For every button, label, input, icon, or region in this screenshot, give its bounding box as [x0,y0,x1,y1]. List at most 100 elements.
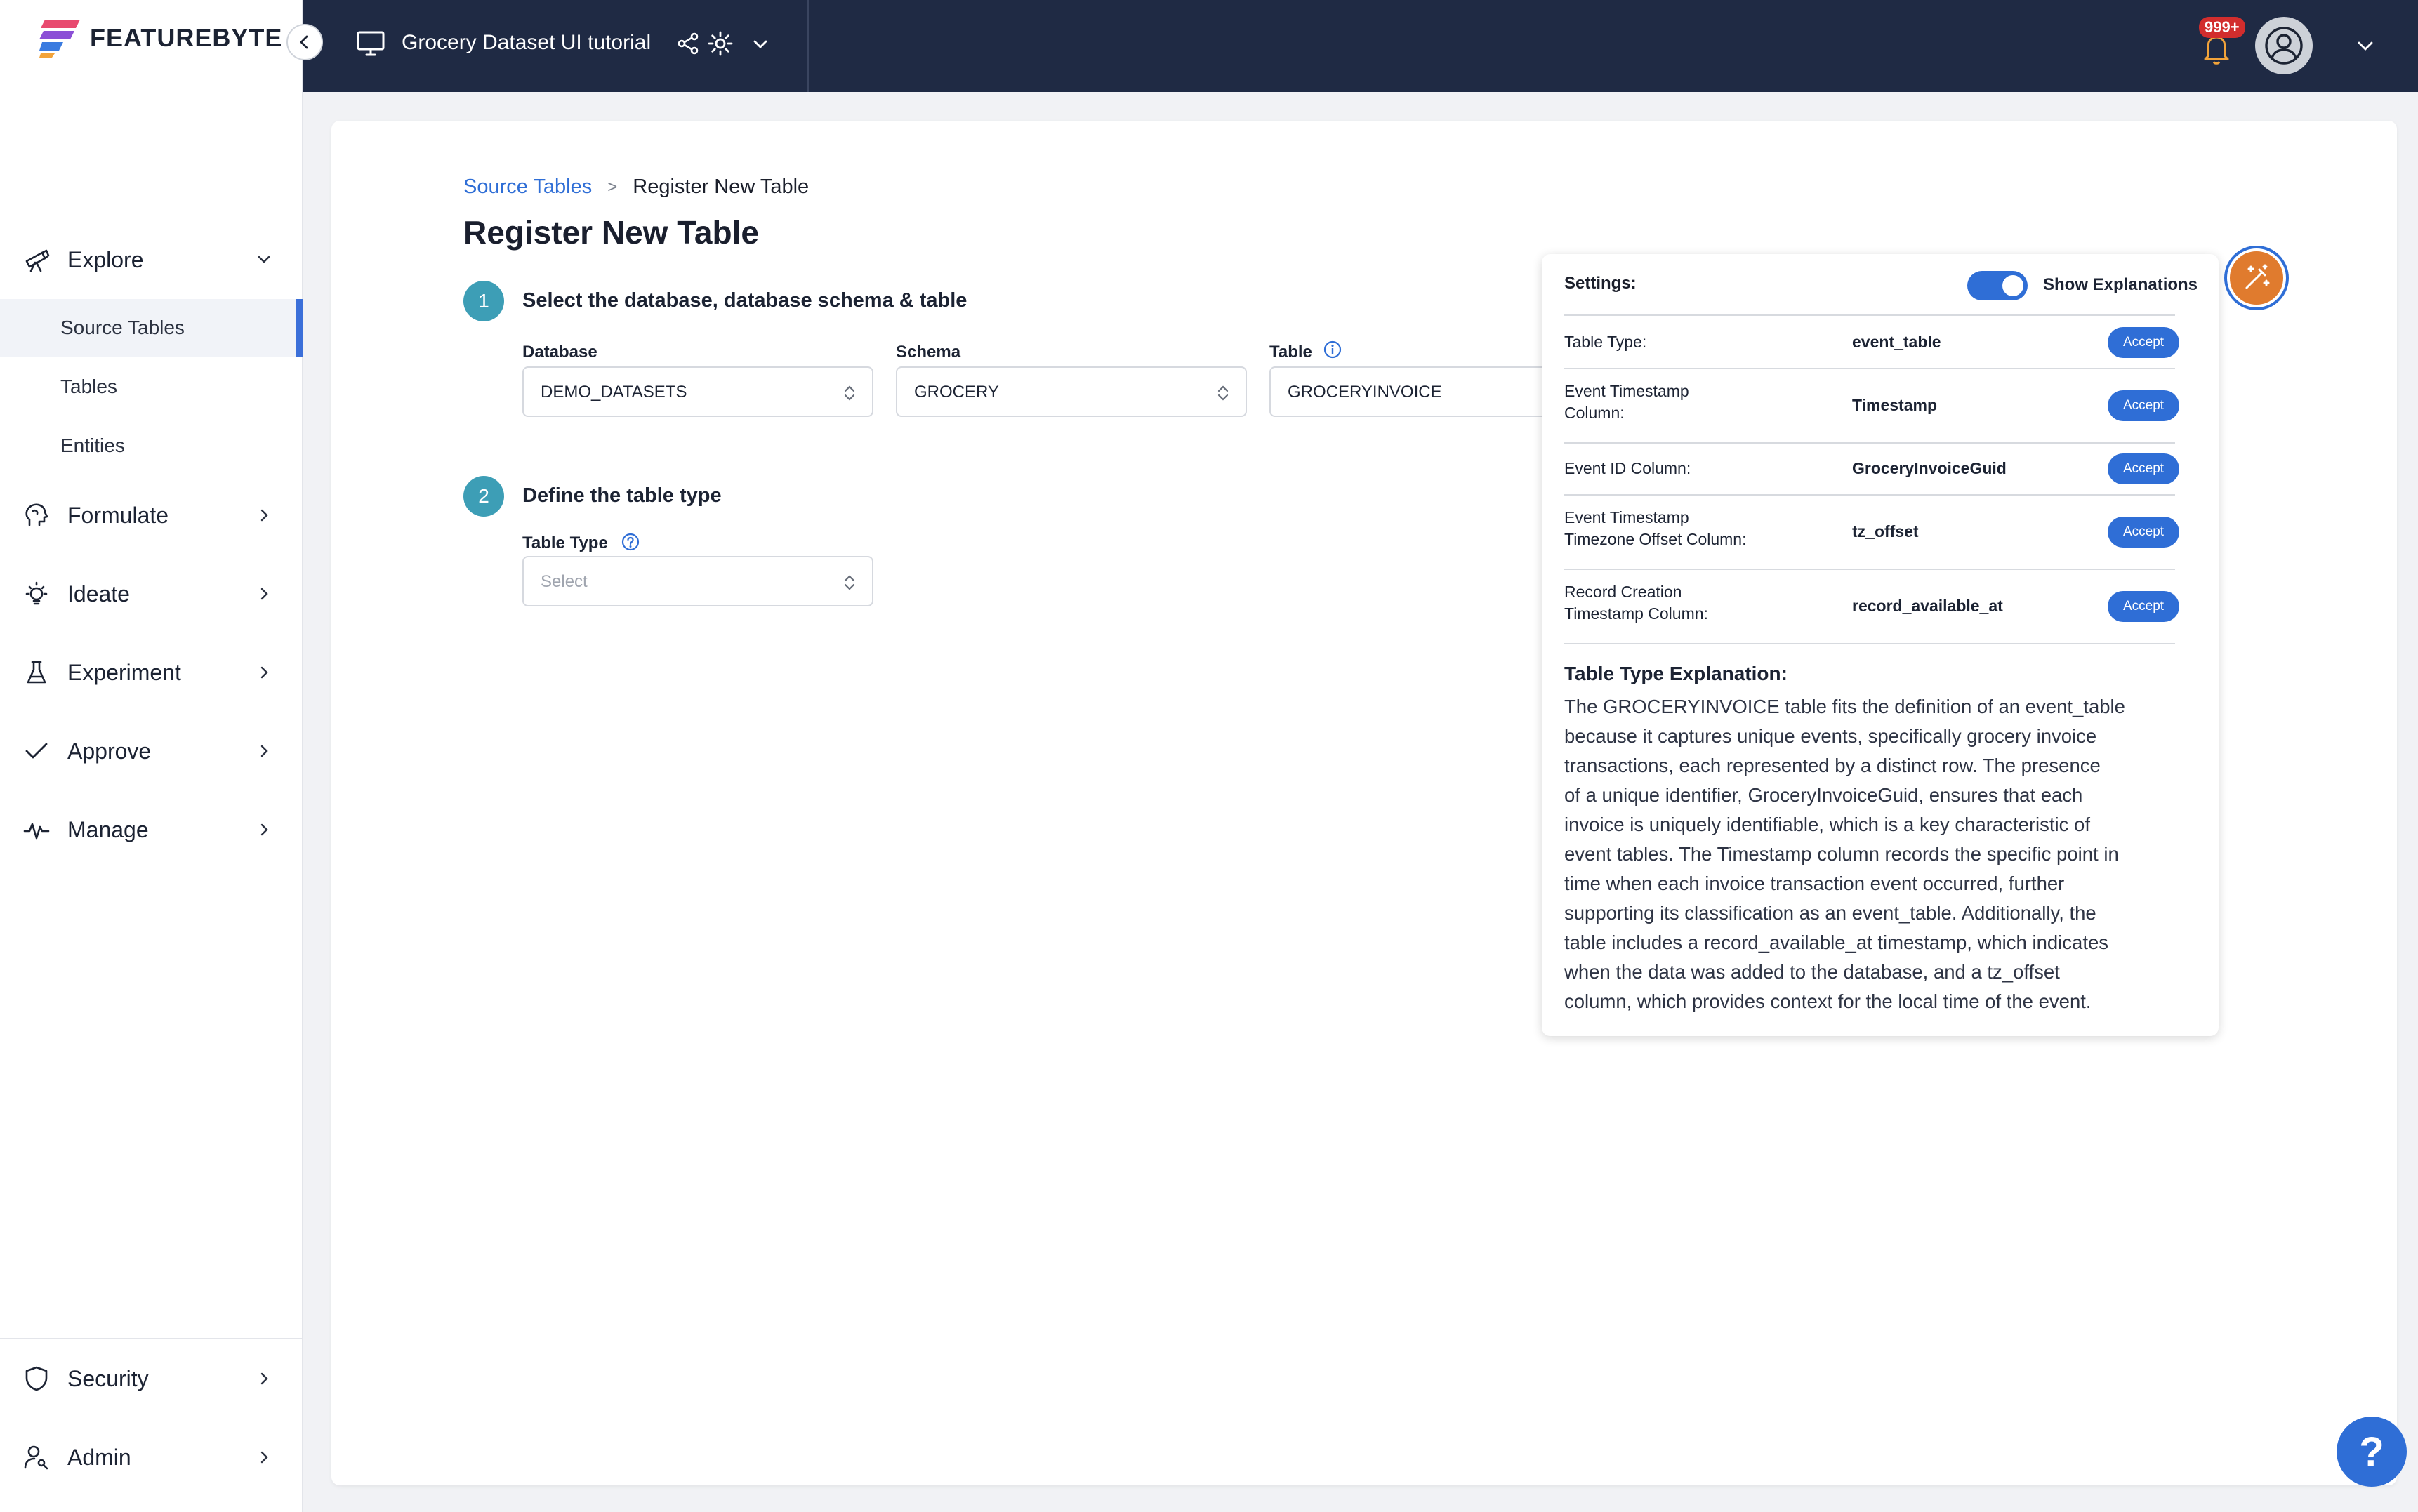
featurebyte-logo[interactable]: FEATUREBYTE [39,18,282,58]
settings-row-value: record_available_at [1852,597,2003,615]
breadcrumb-separator: > [607,177,618,197]
magic-wand-icon [2245,264,2270,289]
nav-ideate[interactable]: Ideate [0,564,303,623]
explanation-line: transactions, each represented by a dist… [1564,755,2101,776]
telescope-icon [25,249,50,272]
check-icon [25,743,48,759]
breadcrumb-source-tables-link[interactable]: Source Tables [463,175,592,199]
settings-label: Settings: [1564,274,1637,293]
help-button[interactable]: ? [2337,1417,2407,1487]
accept-button[interactable]: Accept [2108,591,2179,622]
database-value: DEMO_DATASETS [541,383,687,402]
nav-ideate-label: Ideate [67,581,130,606]
project-selector[interactable]: Grocery Dataset UI tutorial [303,0,809,92]
gear-icon[interactable] [706,29,734,58]
nav-formulate[interactable]: Formulate [0,486,303,545]
ai-assistant-button[interactable] [2227,248,2286,307]
settings-row-value: tz_offset [1852,522,1919,541]
schema-label: Schema [896,343,961,362]
explanation-line: table includes a record_available_at tim… [1564,931,2109,953]
explanation-title: Table Type Explanation: [1564,663,1788,684]
accept-button[interactable]: Accept [2108,453,2179,484]
step-1-title: Select the database, database schema & t… [522,289,967,312]
brain-icon [25,503,48,526]
info-icon[interactable] [1323,340,1342,359]
table-type-select[interactable]: Select [522,556,873,606]
chevron-right-icon [260,1451,268,1464]
accept-button[interactable]: Accept [2108,327,2179,358]
ai-settings-panel: Settings: Show Explanations Table Type: … [1542,254,2219,1036]
settings-row-key: Event ID Column: [1564,459,1691,477]
sidebar-item-label: Source Tables [60,317,185,338]
accept-button[interactable]: Accept [2108,390,2179,421]
chevron-left-icon [300,35,308,49]
chevron-right-icon [260,509,268,522]
lightbulb-icon [25,581,48,605]
nav-admin-label: Admin [67,1444,131,1470]
show-explanations-toggle[interactable] [1967,271,2028,300]
accept-button[interactable]: Accept [2108,517,2179,548]
settings-row-key: Event Timestamp Timezone Offset Column: [1564,508,1747,548]
settings-row-value: GroceryInvoiceGuid [1852,459,2007,477]
brand-name: FEATUREBYTE [90,23,283,52]
explanation-line: invoice is uniquely identifiable, which … [1564,814,2090,835]
help-circle-icon[interactable] [621,532,640,552]
settings-row-key: Event Timestamp Column: [1564,382,1689,422]
nav-experiment-label: Experiment [67,659,181,685]
explanation-line: The GROCERYINVOICE table fits the defini… [1564,696,2125,717]
breadcrumb: Source Tables > Register New Table [463,175,809,199]
table-type-placeholder: Select [541,572,588,591]
chevron-down-icon[interactable] [2353,34,2377,58]
explanation-text: The GROCERYINVOICE table fits the defini… [1564,692,2182,1016]
schema-value: GROCERY [914,383,999,402]
database-select[interactable]: DEMO_DATASETS [522,366,873,417]
schema-select[interactable]: GROCERY [896,366,1247,417]
toggle-knob [2002,275,2023,296]
collapse-sidebar-button[interactable] [286,24,323,60]
updown-chevron-icon [844,385,855,401]
nav-security[interactable]: Security [0,1349,303,1408]
step-2-title: Define the table type [522,484,722,507]
table-type-label: Table Type [522,533,608,552]
table-value: GROCERYINVOICE [1288,383,1442,402]
settings-row-timezone-offset: Event Timestamp Timezone Offset Column: … [1564,494,2179,569]
nav-admin[interactable]: Admin [0,1428,303,1487]
nav-experiment[interactable]: Experiment [0,643,303,702]
notification-badge: 999+ [2199,17,2245,38]
settings-row-value: Timestamp [1852,396,1938,414]
chevron-down-icon[interactable] [750,34,771,55]
nav-approve[interactable]: Approve [0,722,303,781]
explanation-line: because it captures unique events, speci… [1564,725,2097,747]
explanation-line: supporting its classification as an even… [1564,902,2096,924]
shield-icon [25,1366,48,1391]
step-1-badge: 1 [463,281,504,321]
nav-manage-label: Manage [67,816,149,842]
nav-manage[interactable]: Manage [0,800,303,859]
settings-row-table-type: Table Type: event_table Accept [1564,314,2179,368]
updown-chevron-icon [844,575,855,590]
user-avatar[interactable] [2255,17,2313,74]
explanation-line: when the data was added to the database,… [1564,961,2060,983]
nav-explore-label: Explore [67,246,144,272]
project-title: Grocery Dataset UI tutorial [402,31,652,54]
chevron-right-icon [260,666,268,679]
nav-explore[interactable]: Explore [0,230,303,289]
chevron-right-icon [260,823,268,836]
sidebar-item-source-tables[interactable]: Source Tables [0,299,303,357]
sidebar-item-label: Tables [60,376,117,397]
sidebar-item-entities[interactable]: Entities [0,417,303,475]
sidebar-item-label: Entities [60,435,125,456]
page-title: Register New Table [463,214,759,251]
share-icon[interactable] [675,31,701,56]
sidebar-item-tables[interactable]: Tables [0,358,303,416]
top-bar: Grocery Dataset UI tutorial 999+ [303,0,2418,92]
settings-row-record-creation: Record Creation Timestamp Column: record… [1564,569,2179,643]
user-key-icon [24,1445,48,1470]
explanation-line: time when each invoice transaction event… [1564,873,2065,894]
table-label: Table [1269,343,1312,362]
explanation-line: column, which provides context for the l… [1564,990,2092,1012]
explanation-line: of a unique identifier, GroceryInvoiceGu… [1564,784,2083,806]
settings-row-key: Table Type: [1564,333,1647,351]
settings-row-event-timestamp: Event Timestamp Column: Timestamp Accept [1564,368,2179,442]
breadcrumb-current: Register New Table [633,175,810,198]
